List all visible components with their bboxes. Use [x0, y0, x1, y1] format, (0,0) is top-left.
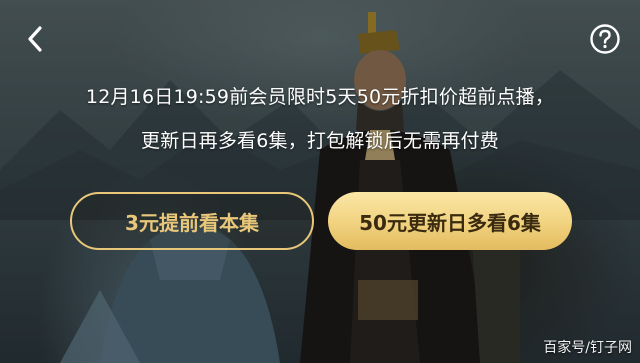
- dim-overlay: [0, 0, 640, 363]
- promo-text-line-2: 更新日再多看6集，打包解锁后无需再付费: [141, 130, 499, 152]
- promo-text-line-1: 12月16日19:59前会员限时5天50元折扣价超前点播，: [85, 86, 555, 108]
- back-button[interactable]: [18, 22, 52, 56]
- help-button[interactable]: [588, 22, 622, 56]
- source-watermark: 百家号/钉子网: [543, 340, 632, 356]
- buy-bundle-button[interactable]: 50元更新日多看6集: [328, 192, 572, 250]
- buy-single-episode-button[interactable]: 3元提前看本集: [70, 192, 314, 250]
- question-circle-icon: [590, 24, 620, 54]
- video-paywall-overlay: 12月16日19:59前会员限时5天50元折扣价超前点播， 更新日再多看6集，打…: [0, 0, 640, 363]
- chevron-left-icon: [28, 26, 42, 52]
